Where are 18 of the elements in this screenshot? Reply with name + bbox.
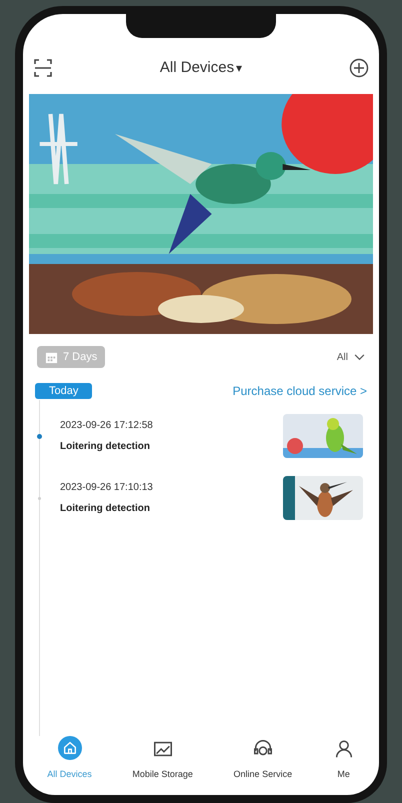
chevron-down-icon — [354, 354, 365, 360]
calendar-icon — [45, 350, 58, 364]
event-label: Loitering detection — [60, 440, 151, 454]
nav-tab[interactable]: Mobile Storage — [132, 738, 193, 781]
event-time: 2023-09-26 17:10:13 — [60, 481, 153, 495]
device-selector[interactable]: All Devices▾ — [160, 56, 242, 80]
event-time: 2023-09-26 17:12:58 — [60, 419, 153, 433]
event-label: Loitering detection — [60, 502, 151, 516]
purchase-cloud-link[interactable]: Purchase cloud service > — [232, 382, 367, 400]
home-icon — [58, 736, 82, 760]
event-filter-dropdown[interactable]: All — [336, 350, 365, 364]
event-item[interactable]: 2023-09-26 17:12:58 Loitering detection — [60, 418, 153, 454]
date-label: Today — [35, 383, 92, 399]
add-icon[interactable] — [349, 58, 369, 78]
nav-tab[interactable]: Online Service — [234, 738, 292, 781]
nav-tab[interactable]: Me — [332, 738, 355, 781]
scan-icon[interactable] — [33, 58, 53, 78]
event-item[interactable]: 2023-09-26 17:10:13 Loitering detection — [60, 480, 153, 516]
